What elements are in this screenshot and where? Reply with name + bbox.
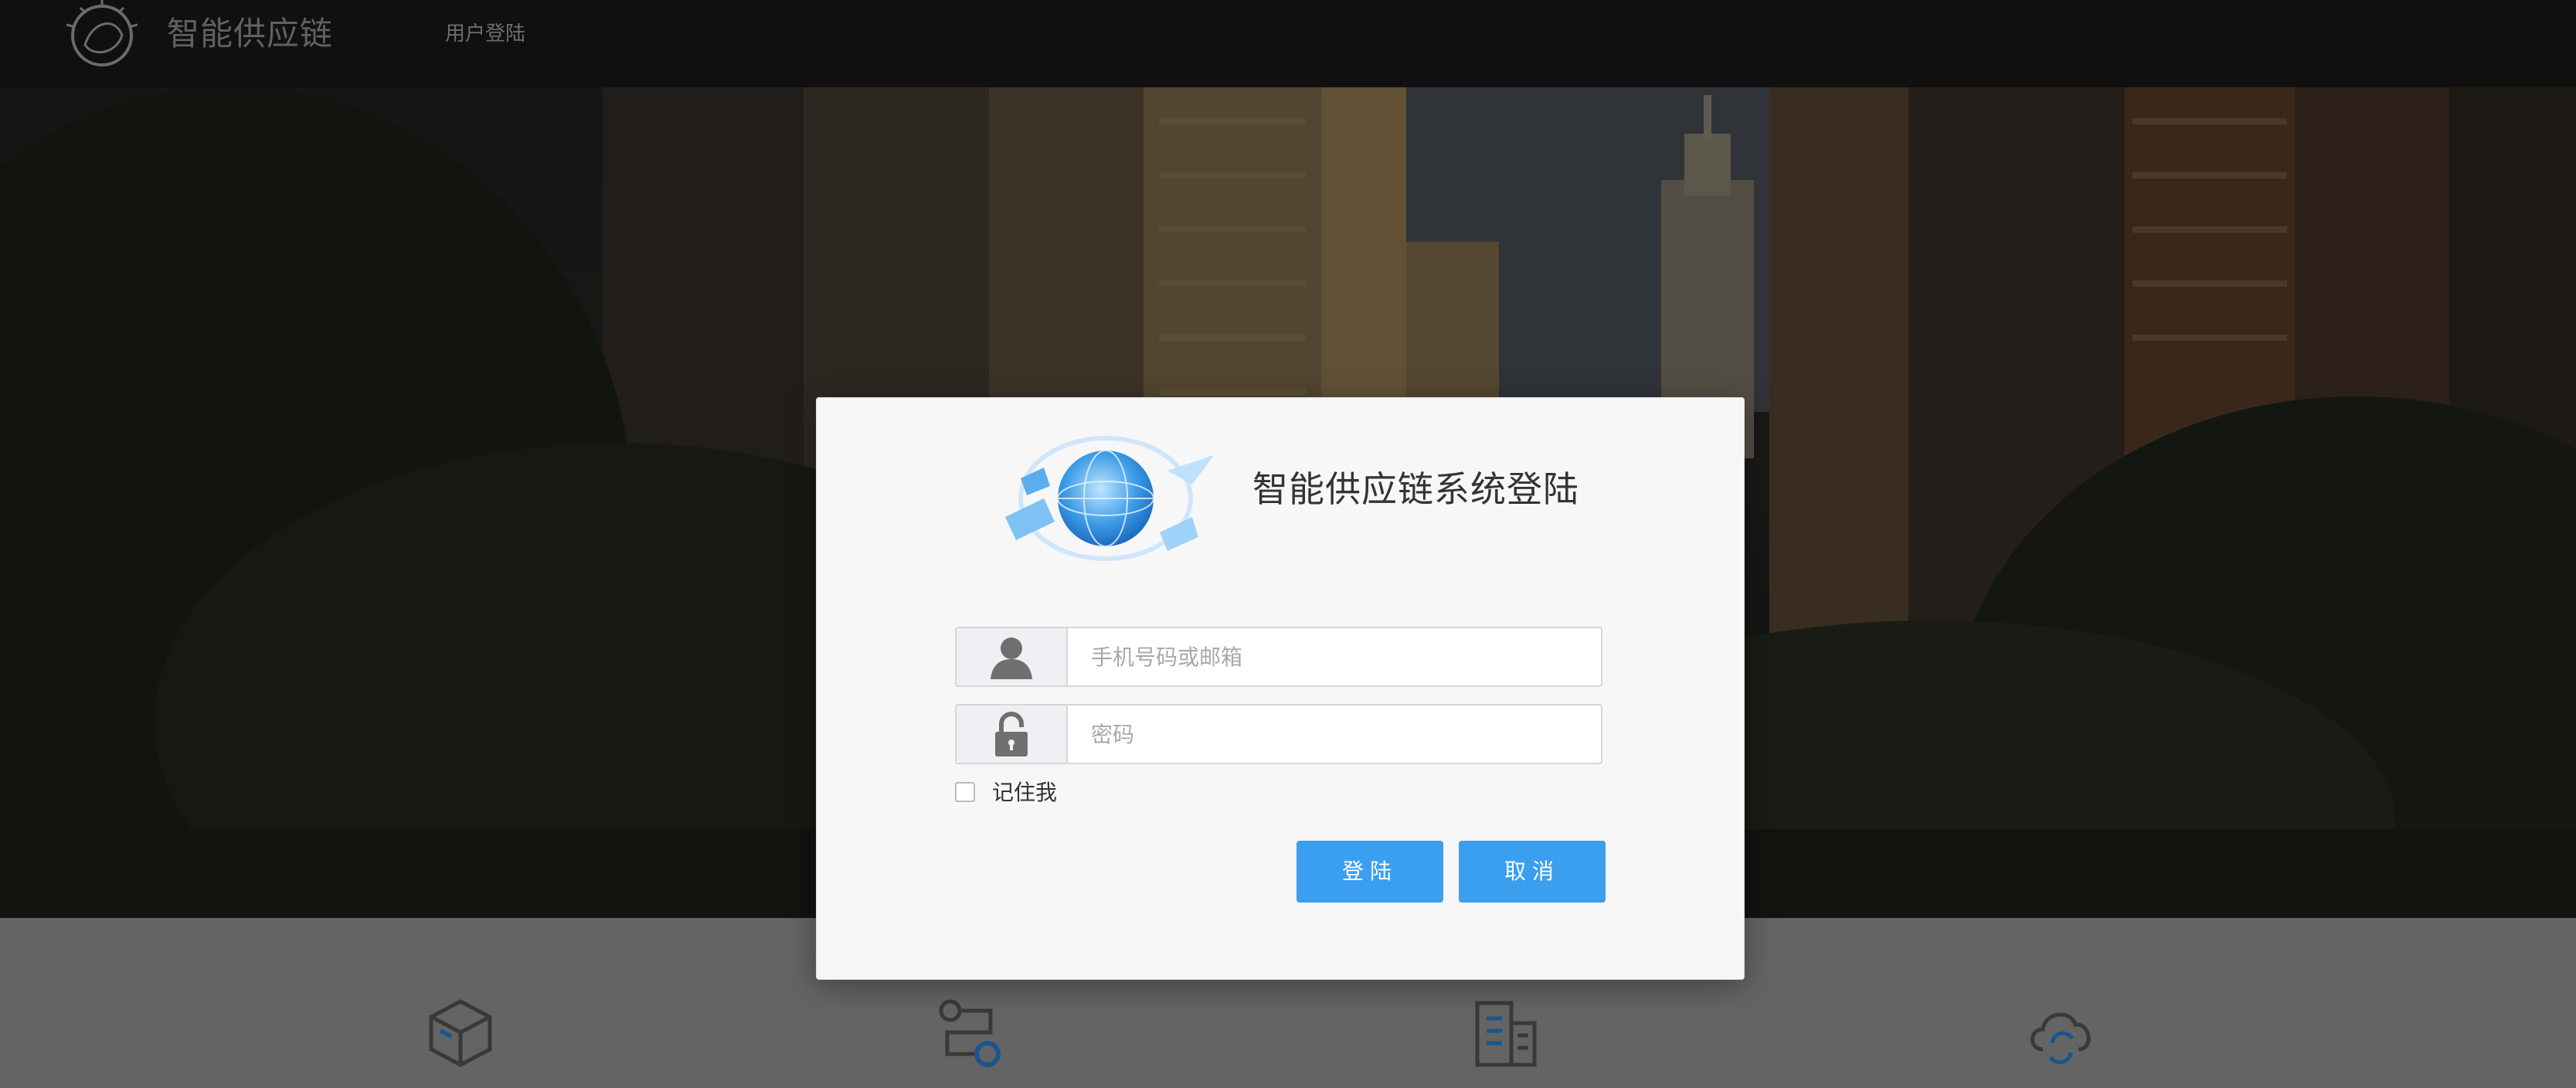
cancel-button[interactable]: 取消 xyxy=(1459,841,1606,903)
remember-me-label[interactable]: 记住我 xyxy=(992,779,1057,807)
password-input[interactable] xyxy=(1068,706,1601,763)
username-input[interactable] xyxy=(1068,628,1601,685)
password-addon xyxy=(957,706,1068,763)
username-addon xyxy=(957,628,1068,685)
login-button[interactable]: 登陆 xyxy=(1296,841,1443,903)
login-dialog-title: 智能供应链系统登陆 xyxy=(1252,468,1579,510)
remember-me-checkbox[interactable] xyxy=(955,782,975,802)
username-field xyxy=(955,627,1602,687)
login-dialog: 智能供应链系统登陆 记住我 登陆 取消 xyxy=(816,397,1745,980)
user-icon xyxy=(991,638,1032,679)
lock-icon xyxy=(995,712,1028,756)
supply-chain-globe-logo-icon xyxy=(1005,436,1214,561)
password-field xyxy=(955,704,1602,764)
